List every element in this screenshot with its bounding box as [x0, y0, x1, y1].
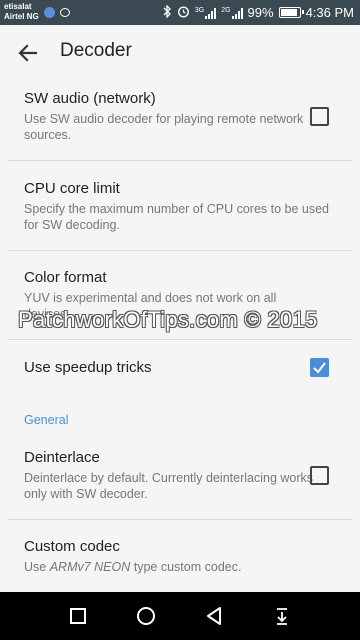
signal-bars-icon [205, 7, 217, 19]
watermark: PatchworkOfTips.com © 2015 [18, 307, 318, 332]
alarm-icon [177, 5, 190, 21]
back-button[interactable] [10, 35, 46, 71]
section-header-general: General [24, 413, 69, 427]
back-nav-button[interactable] [198, 600, 230, 632]
setting-title: Custom codec [24, 538, 120, 555]
arrow-back-icon [18, 44, 38, 62]
carrier-top: etisalat [4, 2, 32, 11]
status-bar: etisalat Airtel NG 3G 2G 99% 4:36 PM [0, 0, 360, 25]
recents-button[interactable] [62, 600, 94, 632]
notification-pull-button[interactable] [266, 600, 298, 632]
status-icons: 3G 2G 99% 4:36 PM [163, 0, 354, 25]
setting-cpu-core-limit[interactable]: CPU core limit Specify the maximum numbe… [0, 161, 360, 249]
summary-prefix: Use [24, 560, 50, 574]
settings-list[interactable]: SW audio (network) Use SW audio decoder … [0, 81, 360, 592]
battery-percent: 99% [247, 5, 274, 20]
setting-title: SW audio (network) [24, 90, 156, 107]
home-circle-icon [137, 607, 155, 625]
setting-summary: Specify the maximum number of CPU cores … [24, 202, 329, 232]
page-title: Decoder [60, 40, 132, 61]
bluetooth-icon [163, 3, 172, 21]
home-button[interactable] [130, 600, 162, 632]
recents-square-icon [70, 608, 86, 624]
setting-summary: Deinterlace by default. Currently deinte… [24, 471, 314, 501]
app-bar: Decoder [0, 25, 360, 81]
speedup-tricks-checkbox[interactable] [310, 358, 329, 377]
setting-sw-audio[interactable]: SW audio (network) Use SW audio decoder … [0, 81, 360, 158]
setting-title: Deinterlace [24, 449, 100, 466]
back-triangle-icon [207, 607, 221, 625]
summary-codec-name: ARMv7 NEON [49, 560, 131, 574]
setting-title: CPU core limit [24, 180, 120, 197]
setting-title: Color format [24, 269, 107, 286]
clock: 4:36 PM [305, 5, 354, 20]
sw-audio-checkbox[interactable] [310, 107, 329, 126]
carrier-bottom: Airtel NG [4, 12, 39, 21]
pull-down-icon [277, 608, 287, 625]
setting-custom-codec[interactable]: Custom codec Use ARMv7 NEON type custom … [0, 520, 360, 592]
setting-deinterlace[interactable]: Deinterlace Deinterlace by default. Curr… [0, 437, 360, 517]
battery-fill [280, 9, 298, 16]
signal-bars-icon [231, 7, 243, 19]
setting-summary: Use SW audio decoder for playing remote … [24, 112, 304, 142]
battery-icon [278, 7, 304, 18]
deinterlace-checkbox[interactable] [310, 466, 329, 485]
navigation-bar [0, 592, 360, 640]
app-notification-icon [44, 7, 55, 18]
network-2-signal: 2G [221, 7, 243, 19]
message-icon [60, 8, 70, 17]
summary-suffix: type custom codec. [130, 560, 242, 574]
carrier-info: etisalat Airtel NG [4, 2, 39, 22]
setting-speedup-tricks[interactable]: Use speedup tricks [0, 340, 360, 396]
setting-title: Use speedup tricks [24, 359, 152, 376]
network-1-signal: 3G [195, 7, 217, 19]
setting-summary: Use ARMv7 NEON type custom codec. [24, 559, 324, 575]
